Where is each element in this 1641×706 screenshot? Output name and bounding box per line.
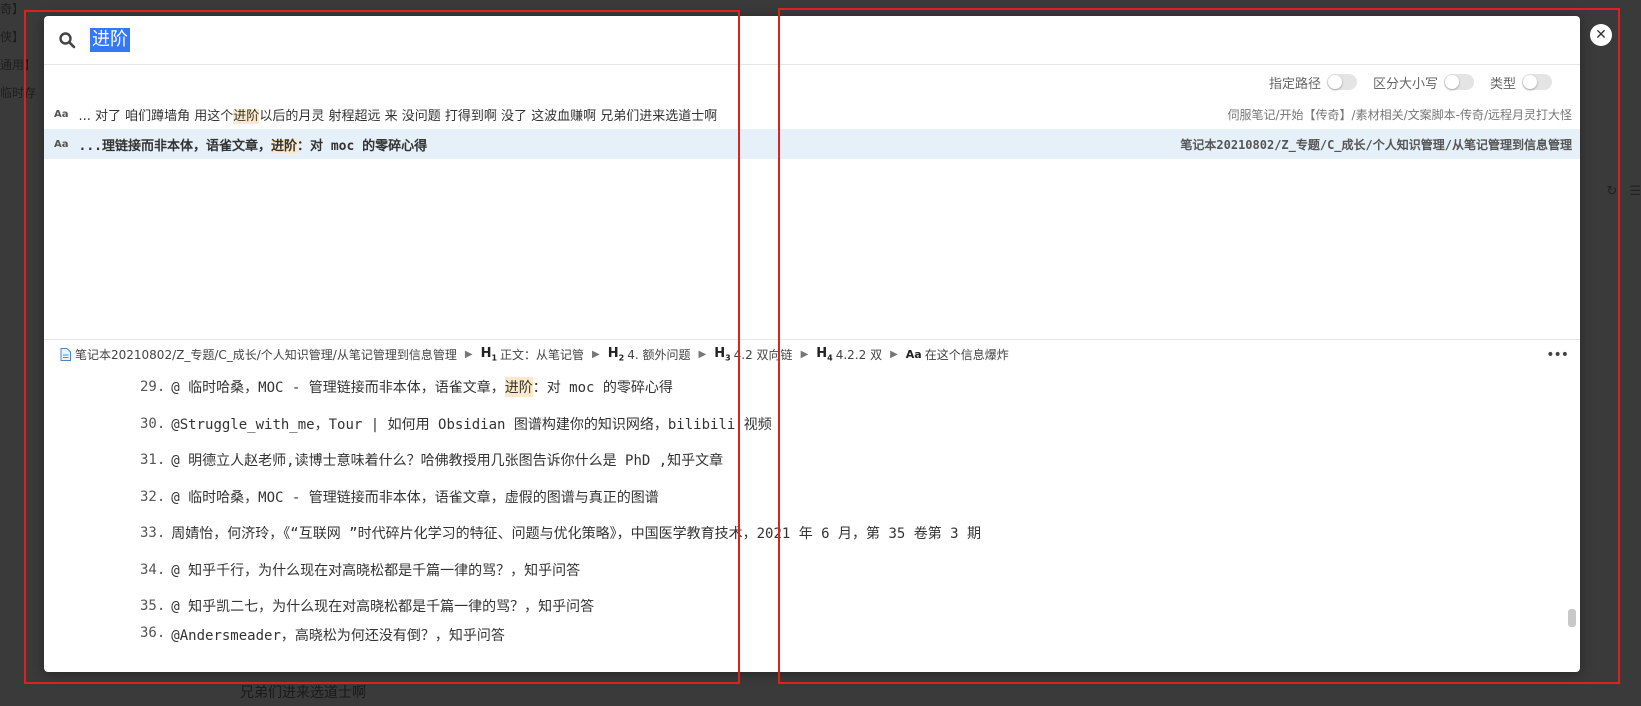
option-label: 区分大小写 <box>1372 76 1438 92</box>
line-text: @ 明德立人赵老师,读博士意味着什么？哈佛教授用几张图告诉你什么是 PhD ,知… <box>171 453 724 470</box>
line-number: 33. <box>140 525 166 542</box>
snippet-suffix: ：对 moc 的零碎心得 <box>297 138 428 154</box>
search-input[interactable]: 进阶 <box>90 28 130 52</box>
option-label: 类型 <box>1489 76 1516 92</box>
search-bar: 进阶 <box>44 16 1580 65</box>
line-text: @Andersmeader，高晓松为何还没有倒？，知乎问答 <box>171 627 505 644</box>
preview-breadcrumb: 笔记本20210802/Z_专题/C_成长/个人知识管理/从笔记管理到信息管理 … <box>44 339 1580 369</box>
text-type-icon: Aa <box>905 348 922 361</box>
background-item: 奇】 <box>0 2 25 16</box>
line-number: 30. <box>140 415 166 432</box>
text-type-icon: Aa <box>54 138 69 150</box>
toggle-path[interactable] <box>1326 74 1357 90</box>
line-text: @ 临时哈桑，MOC - 管理链接而非本体，语雀文章，虚假的图谱与真正的图谱 <box>171 489 659 506</box>
close-icon[interactable]: ✕ <box>1590 24 1612 46</box>
option-label: 指定路径 <box>1268 76 1321 92</box>
line-text: 周婧怡，何济玲，《“互联网 ”时代碎片化学习的特征、问题与优化策略》，中国医学教… <box>171 526 982 543</box>
results-list: Aa ... 对了 咱们蹲墙角 用这个进阶以后的月灵 射程超远 来 没问题 打得… <box>44 99 1580 339</box>
match-highlight: 进阶 <box>270 138 297 154</box>
line-text: @ 知乎千行，为什么现在对高晓松都是千篇一律的骂？，知乎问答 <box>171 562 581 579</box>
chevron-right-icon: ▶ <box>698 349 707 360</box>
option-case: 区分大小写 <box>1373 73 1474 92</box>
background-text: 兄弟们进来选道士啊 <box>240 685 366 701</box>
scrollbar-thumb[interactable] <box>1568 609 1576 627</box>
toggle-case[interactable] <box>1443 74 1474 90</box>
preview-line: 33. 周婧怡，何济玲，《“互联网 ”时代碎片化学习的特征、问题与优化策略》，中… <box>140 515 1580 552</box>
search-modal: 进阶 指定路径 区分大小写 类型 Aa ... 对了 咱们蹲墙角 用这个进阶以后… <box>44 16 1580 672</box>
breadcrumb-h1[interactable]: 正文：从笔记管 <box>500 346 584 363</box>
background-item: 侠】 <box>0 30 25 44</box>
option-path: 指定路径 <box>1269 73 1357 92</box>
preview-line: 29. @ 临时哈桑，MOC - 管理链接而非本体，语雀文章， 进阶 ：对 moc … <box>140 369 1580 406</box>
result-item[interactable]: Aa ... 对了 咱们蹲墙角 用这个进阶以后的月灵 射程超远 来 没问题 打得… <box>44 99 1580 129</box>
result-path: 伺服笔记/开始【传奇】/素材相关/文案脚本-传奇/远程月灵打大怪 <box>1227 107 1572 122</box>
heading-1-icon: H1 <box>480 346 498 363</box>
line-text: @ 知乎凯二七，为什么现在对高晓松都是千篇一律的骂？，知乎问答 <box>171 599 595 616</box>
chevron-right-icon: ▶ <box>464 349 473 360</box>
line-number: 31. <box>140 452 166 469</box>
menu-icon: ☰ <box>1629 184 1641 199</box>
background-item: 通用】 <box>0 58 37 72</box>
result-path: 笔记本20210802/Z_专题/C_成长/个人知识管理/从笔记管理到信息管理 <box>1180 137 1572 152</box>
heading-2-icon: H2 <box>607 346 625 363</box>
preview-line: 34. @ 知乎千行，为什么现在对高晓松都是千篇一律的骂？，知乎问答 <box>140 552 1580 589</box>
preview-pane: 29. @ 临时哈桑，MOC - 管理链接而非本体，语雀文章， 进阶 ：对 moc … <box>44 369 1580 649</box>
toggle-type[interactable] <box>1522 74 1552 90</box>
result-snippet: ... 对了 咱们蹲墙角 用这个进阶以后的月灵 射程超远 来 没问题 打得到啊 … <box>79 105 1218 124</box>
breadcrumb-text[interactable]: 在这个信息爆炸 <box>925 346 1009 363</box>
result-snippet: ...理链接而非本体，语雀文章，进阶：对 moc 的零碎心得 <box>79 135 1171 154</box>
match-highlight: 进阶 <box>233 108 260 124</box>
breadcrumb-file[interactable]: 笔记本20210802/Z_专题/C_成长/个人知识管理/从笔记管理到信息管理 <box>75 346 457 363</box>
line-text-suffix: ：对 moc 的零碎心得 <box>532 380 673 397</box>
heading-3-icon: H3 <box>714 346 731 363</box>
preview-line: 31. @ 明德立人赵老师,读博士意味着什么？哈佛教授用几张图告诉你什么是 Ph… <box>140 442 1580 479</box>
line-number: 34. <box>140 561 166 578</box>
line-number: 29. <box>140 379 166 396</box>
preview-line: 30. @Struggle_with_me，Tour | 如何用 Obsidia… <box>140 406 1580 443</box>
match-highlight: 进阶 <box>504 377 533 398</box>
file-icon <box>60 348 71 361</box>
text-type-icon: Aa <box>54 108 69 120</box>
line-text: @ 临时哈桑，MOC - 管理链接而非本体，语雀文章， <box>171 380 505 397</box>
line-number: 35. <box>140 598 166 615</box>
chevron-right-icon: ▶ <box>592 349 600 360</box>
preview-line: 32. @ 临时哈桑，MOC - 管理链接而非本体，语雀文章，虚假的图谱与真正的… <box>140 479 1580 516</box>
more-icon[interactable]: ••• <box>1546 347 1569 363</box>
preview-line: 35. @ 知乎凯二七，为什么现在对高晓松都是千篇一律的骂？，知乎问答 <box>140 588 1580 625</box>
search-icon <box>59 32 76 49</box>
line-number: 36. <box>140 624 166 641</box>
background-item: 临时存 <box>0 86 37 100</box>
line-number: 32. <box>140 488 166 505</box>
preview-line: 36. @Andersmeader，高晓松为何还没有倒？，知乎问答 <box>140 625 1580 645</box>
chevron-right-icon: ▶ <box>890 349 898 360</box>
heading-4-icon: H4 <box>816 346 833 363</box>
snippet-prefix: ... 对了 咱们蹲墙角 用这个 <box>78 108 234 124</box>
breadcrumb-h3[interactable]: 4.2 双向链 <box>734 346 793 363</box>
breadcrumb-h4[interactable]: 4.2.2 双 <box>836 346 882 363</box>
refresh-icon: ↻ <box>1606 184 1618 199</box>
snippet-prefix: ...理链接而非本体，语雀文章， <box>78 138 271 154</box>
option-type: 类型 <box>1490 73 1552 92</box>
breadcrumb-h2[interactable]: 4. 额外问题 <box>627 346 690 363</box>
background-toolbar: ↻ ☰ <box>1606 184 1641 199</box>
chevron-right-icon: ▶ <box>800 349 809 360</box>
result-item-selected[interactable]: Aa ...理链接而非本体，语雀文章，进阶：对 moc 的零碎心得 笔记本202… <box>44 129 1580 159</box>
search-options: 指定路径 区分大小写 类型 <box>44 65 1580 99</box>
snippet-suffix: 以后的月灵 射程超远 来 没问题 打得到啊 没了 这波血赚啊 兄弟们进来选道士啊 <box>259 108 718 124</box>
line-text: @Struggle_with_me，Tour | 如何用 Obsidian 图谱… <box>171 416 772 433</box>
